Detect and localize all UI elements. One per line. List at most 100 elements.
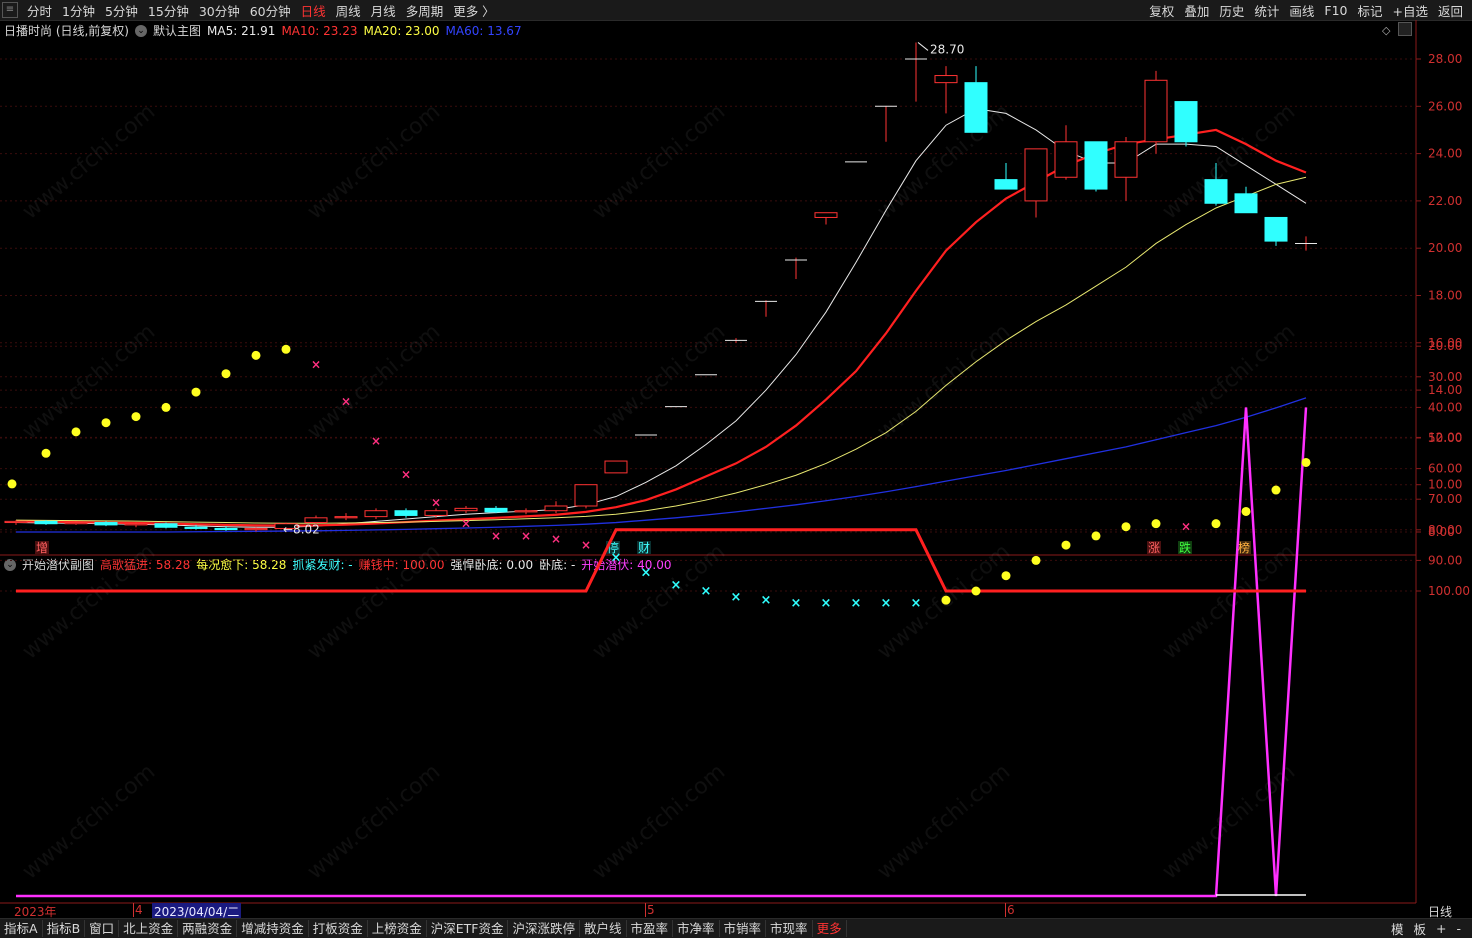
magenta-cross: × [371,434,381,448]
yellow-dot [1031,555,1041,565]
cyan-cross: × [821,596,832,611]
indicator-tab-14[interactable]: 市现率 [766,920,813,937]
candle-body [964,82,988,133]
candle-body [64,522,88,525]
watermark-text: www.cfchi.com [588,759,730,884]
indicator-tab-8[interactable]: 沪深ETF资金 [427,920,509,937]
indicator-tab-6[interactable]: 打板资金 [309,920,368,937]
indicator-tab-7[interactable]: 上榜资金 [368,920,427,937]
candle-body [1054,141,1078,178]
sub-tick-label: 100.00 [1428,584,1470,598]
event-tag[interactable]: 财 [638,541,650,555]
indicator-tab-10[interactable]: 散户线 [580,920,627,937]
bottom-toolbar: 指标A 指标B 窗口 北上资金 两融资金 增减持资金 打板资金 上榜资金 沪深ETF资金 沪深涨跌… [0,918,1472,938]
event-tag[interactable]: 跌 [1179,540,1191,555]
price-tick-label: 18.00 [1428,289,1462,303]
yellow-dot [161,402,171,412]
indicator-tab-0[interactable]: 指标A [0,920,43,937]
indicator-tab-11[interactable]: 市盈率 [627,920,674,937]
magenta-cross: × [581,538,591,552]
watermark-text: www.cfchi.com [588,99,730,224]
indicator-tab-15[interactable]: 更多 [813,920,847,937]
watermark-text: www.cfchi.com [588,539,730,664]
candle-body [484,507,508,513]
ma-line-ma60 [16,397,1307,533]
watermark-text: www.cfchi.com [873,759,1015,884]
candle-body [1234,193,1258,214]
indicator-tab-5[interactable]: 增减持资金 [237,920,309,937]
price-tick-label: 20.00 [1428,241,1462,255]
yellow-dot [131,412,141,422]
candle-body [34,520,58,525]
bottom-control-0[interactable]: 模 [1386,919,1409,938]
event-tag[interactable]: 增 [36,541,48,555]
bottom-control-2[interactable]: + [1431,921,1451,936]
low-price-label: ←8.02 [283,523,320,537]
price-tick-label: 22.00 [1428,194,1462,208]
event-tag[interactable]: 榜 [1238,540,1250,555]
yellow-dot [101,418,111,428]
cyan-cross: × [641,566,652,581]
price-tick-label: 10.00 [1428,478,1462,492]
price-tick-label: 14.00 [1428,383,1462,397]
candle-body [214,527,238,531]
candle-body [94,522,118,526]
yellow-dot [41,448,51,458]
candle-body [1174,101,1198,143]
cyan-cross: × [731,590,742,605]
magenta-cross: × [311,358,321,372]
indicator-tab-13[interactable]: 市销率 [720,920,767,937]
sub-tick-label: 30.00 [1428,370,1462,384]
cyan-cross: × [701,584,712,599]
indicator-tab-1[interactable]: 指标B [43,920,86,937]
cyan-cross: × [761,593,772,608]
candle-body [604,460,628,474]
indicator-tab-9[interactable]: 沪深涨跌停 [508,920,580,937]
high-marker [917,42,929,51]
magenta-cross: × [1181,520,1191,534]
ma-line-ma20 [15,176,1307,524]
watermark-text: www.cfchi.com [873,319,1015,444]
indicator-tab-2[interactable]: 窗口 [85,920,120,937]
candle-body [1024,148,1048,202]
magenta-cross: × [341,394,351,408]
candle-body [1084,141,1108,190]
candle-body [334,516,358,519]
watermark-text: www.cfchi.com [588,319,730,444]
indicator-tab-3[interactable]: 北上资金 [119,920,179,937]
cyan-cross: × [851,596,862,611]
candle-body [184,526,208,529]
yellow-dot [1151,519,1161,529]
indicator-tab-12[interactable]: 市净率 [673,920,720,937]
yellow-dot [1121,522,1131,532]
candle-body [574,484,598,507]
candle-body [1144,79,1168,143]
indicator-tabs: 指标A 指标B 窗口 北上资金 两融资金 增减持资金 打板资金 上榜资金 沪深ETF资金 沪深涨跌… [0,919,847,938]
bottom-control-3[interactable]: - [1451,921,1466,936]
yellow-dot [1241,506,1251,516]
sub-tick-label: 90.00 [1428,553,1462,567]
candle-body [1264,216,1288,242]
indicator-tab-4[interactable]: 两融资金 [178,920,238,937]
cyan-cross: × [881,596,892,611]
watermark-text: www.cfchi.com [303,539,445,664]
bottom-control-1[interactable]: 板 [1408,919,1431,938]
candle-body [364,510,388,518]
watermark-text: www.cfchi.com [18,319,160,444]
chart-canvas[interactable]: 28.0026.0024.0022.0020.0018.0016.0014.00… [0,0,1472,937]
high-price-label: 28.70 [930,42,964,56]
yellow-dot [281,344,291,354]
month-5-label: 5 [645,903,655,917]
sub-tick-label: 40.00 [1428,400,1462,414]
watermark-text: www.cfchi.com [18,759,160,884]
yellow-dot [7,479,17,489]
magenta-cross: × [521,529,531,543]
magenta-cross: × [491,529,501,543]
price-tick-label: 28.00 [1428,52,1462,66]
event-tag[interactable]: 涨 [1148,540,1160,555]
magenta-cross: × [431,495,441,509]
yellow-dot [71,427,81,437]
candle-body [514,510,538,513]
yellow-dot [941,595,951,605]
sub-tick-label: 60.00 [1428,462,1462,476]
